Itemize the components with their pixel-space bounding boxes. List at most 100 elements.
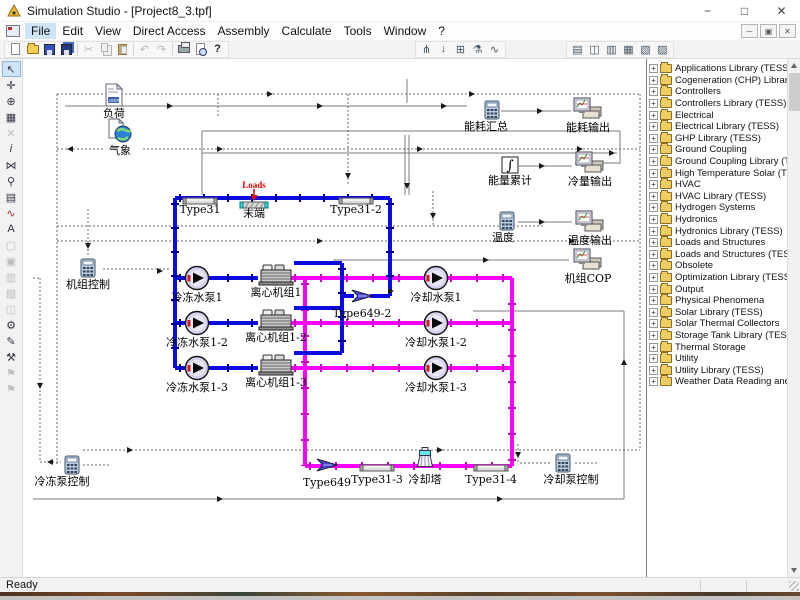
window-layout-5[interactable]: ▧ [637,42,654,57]
print-preview-button[interactable] [192,42,209,57]
palette-item[interactable]: +Physical Phenomena [647,295,787,307]
window-4-icon[interactable]: ▨ [2,285,21,301]
paste-button[interactable] [114,42,131,57]
palette-item[interactable]: +Utility [647,353,787,365]
menu-window[interactable]: Window [378,23,433,39]
window-layout-3[interactable]: ▥ [603,42,620,57]
expand-icon[interactable]: + [649,180,658,189]
flag-1-icon[interactable]: ⚑ [2,365,21,381]
menu-file[interactable]: File [25,23,56,39]
maximize-button[interactable]: □ [726,0,763,22]
menu-tools[interactable]: Tools [338,23,378,39]
redo-button[interactable]: ↷ [153,42,170,57]
curve-icon[interactable]: ∿ [2,205,21,221]
expand-icon[interactable]: + [649,366,658,375]
scroll-up-button[interactable] [788,59,800,72]
palette-item[interactable]: +Thermal Storage [647,341,787,353]
expand-icon[interactable]: + [649,122,658,131]
pen-icon[interactable]: ✎ [2,333,21,349]
expand-icon[interactable]: + [649,145,658,154]
expand-icon[interactable]: + [649,319,658,328]
connector-icon[interactable]: ⋈ [2,157,21,173]
palette-item[interactable]: +Ground Coupling [647,144,787,156]
palette-item[interactable]: +Weather Data Reading and Process [647,376,787,388]
expand-icon[interactable]: + [649,250,658,259]
window-3-icon[interactable]: ▥ [2,269,21,285]
palette-item[interactable]: +Cogeneration (CHP) Library (TESS) [647,75,787,87]
component-cooling-tower[interactable] [416,447,434,472]
expand-icon[interactable]: + [649,377,658,386]
expand-icon[interactable]: + [649,87,658,96]
mdi-close-button[interactable]: ✕ [779,24,796,38]
expand-icon[interactable]: + [649,238,658,247]
expand-icon[interactable]: + [649,111,658,120]
palette-item[interactable]: +Hydrogen Systems [647,202,787,214]
mdi-restore-button[interactable]: ▣ [760,24,777,38]
expand-icon[interactable]: + [649,99,658,108]
expand-icon[interactable]: + [649,296,658,305]
expand-icon[interactable]: + [649,192,658,201]
info-icon[interactable]: i [2,141,21,157]
select-arrow-icon[interactable]: ↖ [2,61,21,77]
zoom-icon[interactable]: ⊕ [2,93,21,109]
image-icon[interactable]: ▦ [2,109,21,125]
expand-icon[interactable]: + [649,354,658,363]
window-1-icon[interactable]: ▢ [2,237,21,253]
open-button[interactable] [24,42,41,57]
flask-icon[interactable]: ⚗ [469,42,486,57]
build-tools-icon[interactable]: ⚒ [2,349,21,365]
menu--[interactable]: ? [432,23,451,39]
delete-x-icon[interactable]: ✕ [2,125,21,141]
menu-edit[interactable]: Edit [56,23,89,39]
palette-item[interactable]: +Applications Library (TESS) [647,63,787,75]
grid-icon[interactable]: ⊞ [452,42,469,57]
menu-assembly[interactable]: Assembly [212,23,276,39]
scroll-down-button[interactable] [788,564,800,577]
expand-icon[interactable]: + [649,134,658,143]
undo-button[interactable]: ↶ [136,42,153,57]
palette-item[interactable]: +High Temperature Solar (TESS) [647,167,787,179]
palette-item[interactable]: +Output [647,283,787,295]
save-all-button[interactable] [58,42,75,57]
expand-icon[interactable]: + [649,203,658,212]
wave-icon[interactable]: ∿ [486,42,503,57]
palette-item[interactable]: +Hydronics Library (TESS) [647,225,787,237]
palette-item[interactable]: +Hydronics [647,214,787,226]
expand-icon[interactable]: + [649,331,658,340]
menu-view[interactable]: View [89,23,127,39]
window-layout-4[interactable]: ▦ [620,42,637,57]
palette-item[interactable]: +Solar Thermal Collectors [647,318,787,330]
menu-calculate[interactable]: Calculate [276,23,338,39]
expand-icon[interactable]: + [649,157,658,166]
palette-item[interactable]: +Controllers Library (TESS) [647,98,787,110]
palette-item[interactable]: +Electrical [647,109,787,121]
palette-item[interactable]: +Storage Tank Library (TESS) [647,330,787,342]
project-canvas[interactable]: USER负荷气象机组控制Type31末端LoadsType31-2冷冻水泵1冷冻… [23,59,646,577]
expand-icon[interactable]: + [649,308,658,317]
minimize-button[interactable]: − [689,0,726,22]
palette-item[interactable]: +Loads and Structures (TESS) [647,249,787,261]
copy-button[interactable] [97,42,114,57]
mdi-child-icon[interactable] [6,25,20,37]
expand-icon[interactable]: + [649,261,658,270]
window-2-icon[interactable]: ▣ [2,253,21,269]
text-icon[interactable]: A [2,221,21,237]
window-layout-6[interactable]: ▨ [654,42,671,57]
palette-item[interactable]: +GHP Library (TESS) [647,133,787,145]
down-arrow-icon[interactable]: ↓ [435,42,452,57]
palette-item[interactable]: +Utility Library (TESS) [647,364,787,376]
window-layout-2[interactable]: ◫ [586,42,603,57]
resize-grip[interactable] [789,581,799,591]
palette-item[interactable]: +Obsolete [647,260,787,272]
expand-icon[interactable]: + [649,285,658,294]
menu-direct-access[interactable]: Direct Access [127,23,212,39]
scrollbar-thumb[interactable] [789,73,800,111]
mdi-minimize-button[interactable]: ─ [741,24,758,38]
palette-item[interactable]: +Optimization Library (TESS) [647,272,787,284]
palette-item[interactable]: +HVAC [647,179,787,191]
help-button[interactable]: ? [209,42,226,57]
expand-icon[interactable]: + [649,215,658,224]
window-5-icon[interactable]: ◫ [2,301,21,317]
expand-icon[interactable]: + [649,76,658,85]
expand-icon[interactable]: + [649,64,658,73]
